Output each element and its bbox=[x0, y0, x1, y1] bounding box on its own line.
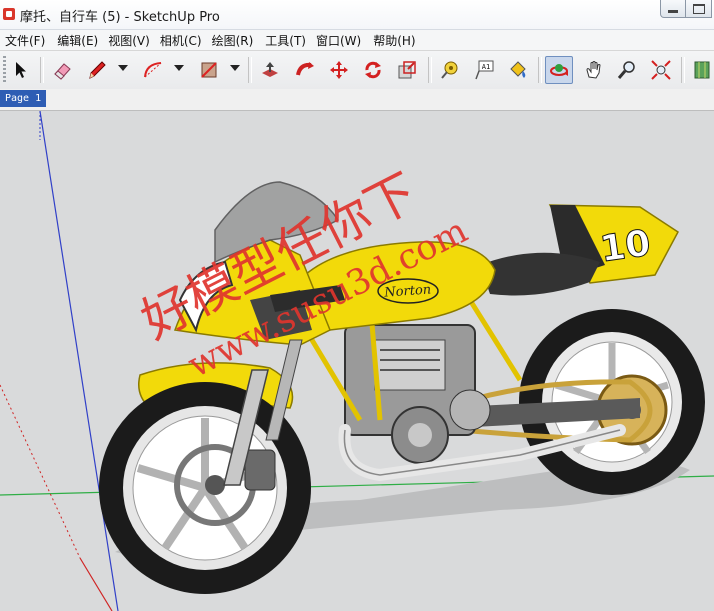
toolbar-separator bbox=[681, 57, 685, 83]
engine bbox=[344, 324, 491, 464]
tail-section: 10 bbox=[480, 204, 679, 296]
paint-bucket-tool-button[interactable] bbox=[504, 56, 532, 84]
maximize-icon bbox=[692, 3, 705, 14]
menu-edit[interactable]: 编辑(E) bbox=[52, 32, 103, 49]
tape-measure-icon bbox=[441, 61, 458, 79]
pan-icon bbox=[586, 61, 601, 79]
menu-help[interactable]: 帮助(H) bbox=[368, 32, 420, 49]
text-tool-button[interactable]: A1 bbox=[470, 56, 498, 84]
main-toolbar: A1 bbox=[0, 50, 714, 90]
blue-axis-line bbox=[39, 111, 119, 611]
rotate-icon bbox=[365, 61, 381, 79]
toolbar-separator bbox=[40, 57, 44, 83]
model-viewport[interactable]: 10 Norton 好模型任你下 www.susu3d.com bbox=[0, 111, 714, 611]
arc-dropdown-icon[interactable] bbox=[174, 65, 184, 71]
push-pull-tool-button[interactable] bbox=[256, 56, 284, 84]
menu-view[interactable]: 视图(V) bbox=[103, 32, 155, 49]
toolbar-separator bbox=[248, 57, 252, 83]
menu-window[interactable]: 窗口(W) bbox=[311, 32, 366, 49]
pan-tool-button[interactable] bbox=[580, 56, 608, 84]
pencil-dropdown-icon[interactable] bbox=[118, 65, 128, 71]
title-bar: 摩托、自行车 (5) - SketchUp Pro bbox=[0, 0, 714, 30]
menu-draw[interactable]: 绘图(R) bbox=[207, 32, 259, 49]
eraser-icon bbox=[54, 63, 71, 80]
rectangle-dropdown-icon[interactable] bbox=[230, 65, 240, 71]
pencil-icon bbox=[89, 61, 106, 79]
map-tool-button[interactable] bbox=[688, 56, 714, 84]
toolbar-separator bbox=[538, 57, 542, 83]
eraser-tool-button[interactable] bbox=[48, 56, 76, 84]
orbit-tool-button[interactable] bbox=[545, 56, 573, 84]
race-number: 10 bbox=[598, 223, 653, 271]
window-title: 摩托、自行车 (5) - SketchUp Pro bbox=[20, 10, 220, 25]
follow-me-icon bbox=[296, 62, 314, 76]
menu-bar: 文件(F) 编辑(E) 视图(V) 相机(C) 绘图(R) 工具(T) 窗口(W… bbox=[0, 30, 714, 50]
zoom-extents-tool-button[interactable] bbox=[647, 56, 675, 84]
minimize-button[interactable] bbox=[660, 0, 686, 18]
map-icon bbox=[694, 61, 710, 79]
scale-icon bbox=[398, 61, 416, 79]
push-pull-icon bbox=[262, 62, 278, 77]
fuel-tank: Norton bbox=[303, 241, 496, 331]
window-controls bbox=[660, 0, 712, 20]
sketchup-app-icon bbox=[3, 8, 15, 20]
select-tool-button[interactable] bbox=[6, 56, 34, 84]
rotate-tool-button[interactable] bbox=[359, 56, 387, 84]
zoom-tool-button[interactable] bbox=[613, 56, 641, 84]
follow-me-tool-button[interactable] bbox=[291, 56, 319, 84]
arc-tool-button[interactable] bbox=[139, 56, 167, 84]
maximize-button[interactable] bbox=[686, 0, 712, 18]
text-tool-glyph: A1 bbox=[482, 63, 490, 71]
front-fairing bbox=[173, 181, 340, 346]
zoom-extents-icon bbox=[651, 60, 671, 80]
red-axis-line bbox=[79, 557, 113, 611]
tape-measure-tool-button[interactable] bbox=[436, 56, 464, 84]
scene-tab-bar: Page 1 bbox=[0, 89, 714, 111]
zoom-icon bbox=[617, 61, 635, 79]
scale-tool-button[interactable] bbox=[393, 56, 421, 84]
move-tool-button[interactable] bbox=[325, 56, 353, 84]
rectangle-icon bbox=[201, 62, 217, 78]
rectangle-tool-button[interactable] bbox=[195, 56, 223, 84]
toolbar-separator bbox=[428, 57, 432, 83]
menu-file[interactable]: 文件(F) bbox=[0, 32, 50, 49]
select-arrow-icon bbox=[16, 62, 26, 78]
red-axis-dotted bbox=[0, 384, 81, 559]
scene-tab-page-1[interactable]: Page 1 bbox=[0, 90, 47, 107]
minimize-icon bbox=[668, 10, 678, 13]
menu-tools[interactable]: 工具(T) bbox=[260, 32, 311, 49]
paint-bucket-icon bbox=[510, 61, 526, 78]
move-icon bbox=[330, 61, 348, 79]
text-icon: A1 bbox=[475, 60, 494, 80]
motorcycle-model: 10 Norton bbox=[0, 111, 714, 611]
menu-camera[interactable]: 相机(C) bbox=[155, 32, 207, 49]
orbit-icon bbox=[550, 64, 568, 76]
arc-icon bbox=[144, 62, 162, 78]
pencil-tool-button[interactable] bbox=[83, 56, 111, 84]
